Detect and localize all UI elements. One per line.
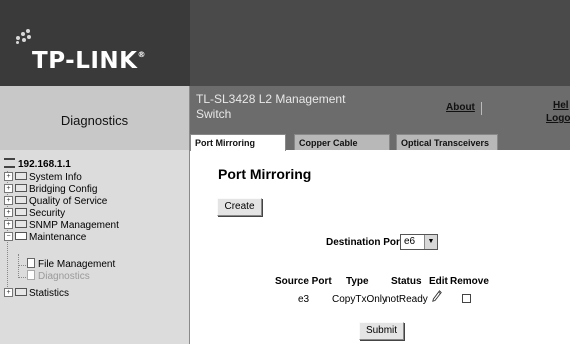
sidebar-item-label: Maintenance bbox=[29, 232, 87, 243]
column-header-edit: Edit bbox=[429, 276, 448, 287]
section-title-box: Diagnostics bbox=[0, 86, 190, 150]
expand-icon[interactable]: + bbox=[4, 183, 13, 193]
document-icon bbox=[27, 270, 35, 281]
logo-area: TP-LINK® bbox=[0, 0, 190, 86]
submit-button[interactable]: Submit bbox=[359, 322, 404, 340]
link-divider bbox=[481, 102, 482, 115]
destination-port-label: Destination Port bbox=[326, 237, 404, 248]
folder-icon bbox=[15, 196, 27, 205]
logo: TP-LINK® bbox=[32, 48, 146, 74]
sidebar-item-statistics[interactable]: + Statistics bbox=[4, 287, 70, 300]
about-link[interactable]: About bbox=[446, 102, 475, 113]
column-header-source-port: Source Port bbox=[275, 276, 332, 287]
expand-icon[interactable]: + bbox=[4, 195, 13, 205]
sidebar-item-diagnostics[interactable]: Diagnostics bbox=[27, 270, 90, 283]
destination-port-select[interactable]: e6 ▼ bbox=[400, 234, 438, 250]
remove-checkbox[interactable] bbox=[462, 294, 471, 303]
device-title: TL-SL3428 L2 Management Switch bbox=[196, 92, 346, 121]
sidebar-item-label: Security bbox=[29, 208, 66, 219]
navigation-tree: 192.168.1.1 + System Info + Bridging Confi… bbox=[0, 150, 190, 344]
sidebar-item-maintenance[interactable]: − Maintenance bbox=[4, 231, 87, 244]
help-link[interactable]: Hel bbox=[553, 100, 569, 111]
type-cell: CopyTxOnly bbox=[332, 294, 388, 305]
sidebar-item-label: Diagnostics bbox=[38, 271, 90, 282]
expand-icon[interactable]: + bbox=[4, 219, 13, 229]
collapse-icon[interactable]: − bbox=[4, 231, 13, 241]
sidebar-item-snmp-management[interactable]: + SNMP Management bbox=[4, 219, 119, 232]
pencil-icon[interactable] bbox=[432, 290, 442, 302]
network-icon bbox=[4, 158, 15, 169]
sidebar-item-label: System Info bbox=[29, 172, 82, 183]
expand-icon[interactable]: + bbox=[4, 171, 13, 181]
logout-link[interactable]: Logo bbox=[546, 113, 570, 124]
tree-root[interactable]: 192.168.1.1 bbox=[4, 158, 71, 171]
open-folder-icon bbox=[15, 232, 27, 241]
folder-icon bbox=[15, 172, 27, 181]
logo-dots-icon bbox=[14, 28, 34, 44]
sidebar-item-label: Quality of Service bbox=[29, 196, 108, 207]
section-title: Diagnostics bbox=[60, 113, 129, 128]
source-port-cell: e3 bbox=[298, 294, 310, 305]
tab-copper-cable[interactable]: Copper Cable bbox=[294, 134, 390, 150]
folder-icon bbox=[15, 184, 27, 193]
sidebar-item-system-info[interactable]: + System Info bbox=[4, 171, 82, 184]
tab-optical-transceivers[interactable]: Optical Transceivers bbox=[396, 134, 498, 150]
column-header-status: Status bbox=[391, 276, 422, 287]
sidebar-item-label: Statistics bbox=[29, 288, 70, 299]
destination-port-value: e6 bbox=[404, 236, 416, 247]
tree-root-label: 192.168.1.1 bbox=[18, 159, 71, 170]
chevron-down-icon[interactable]: ▼ bbox=[424, 235, 437, 249]
status-cell: notReady bbox=[385, 294, 428, 305]
sidebar-item-file-management[interactable]: File Management bbox=[27, 258, 116, 271]
create-button[interactable]: Create bbox=[217, 198, 262, 216]
tab-port-mirroring[interactable]: Port Mirroring bbox=[190, 134, 286, 151]
expand-icon[interactable]: + bbox=[4, 287, 13, 297]
sidebar-item-label: File Management bbox=[38, 259, 116, 270]
sidebar-item-security[interactable]: + Security bbox=[4, 207, 66, 220]
sidebar-item-quality-of-service[interactable]: + Quality of Service bbox=[4, 195, 108, 208]
expand-icon[interactable]: + bbox=[4, 207, 13, 217]
folder-icon bbox=[15, 288, 27, 297]
column-header-remove: Remove bbox=[450, 276, 489, 287]
page-title: Port Mirroring bbox=[218, 166, 312, 182]
sidebar-item-label: SNMP Management bbox=[29, 220, 119, 231]
sidebar-item-bridging-config[interactable]: + Bridging Config bbox=[4, 183, 98, 196]
sidebar-item-label: Bridging Config bbox=[29, 184, 98, 195]
column-header-type: Type bbox=[346, 276, 369, 287]
folder-icon bbox=[15, 220, 27, 229]
document-icon bbox=[27, 258, 35, 269]
folder-icon bbox=[15, 208, 27, 217]
